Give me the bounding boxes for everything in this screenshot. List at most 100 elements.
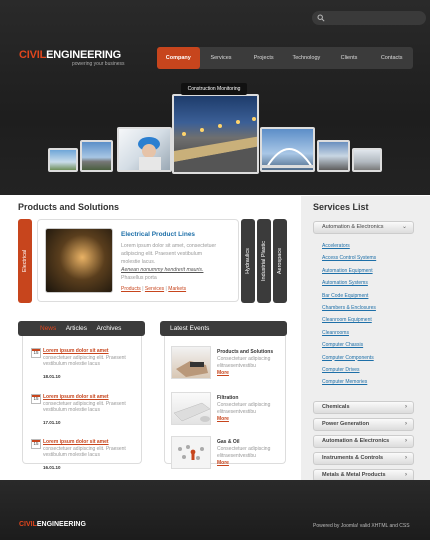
chevron-right-icon: › [405, 421, 407, 427]
service-link[interactable]: Cleanrooms [322, 330, 376, 342]
service-link[interactable]: Computer Memories [322, 379, 376, 391]
services-group-label: Power Generation [322, 421, 370, 427]
nav-clients[interactable]: Clients [328, 47, 371, 69]
keyboard-photo [173, 402, 211, 422]
event-image[interactable] [171, 346, 211, 379]
event-title[interactable]: Products and Solutions [217, 349, 273, 355]
calendar-icon: 15 [31, 348, 41, 358]
news-item-date: 18.01.10 [43, 374, 61, 379]
event-image[interactable] [171, 392, 211, 425]
tab-archives[interactable]: Archives [96, 325, 121, 332]
event-title[interactable]: Gas & Oil [217, 439, 240, 445]
product-text-line-2: adipiscing elit. Praesent vestibulum [121, 251, 203, 257]
services-group-chemicals[interactable]: Chemicals › [313, 401, 414, 414]
site-slogan: powering your business [72, 61, 125, 67]
main-nav: Company Services Projects Technology Cli… [157, 47, 413, 69]
slider-thumb-active[interactable] [172, 94, 259, 174]
event-more-link[interactable]: More [217, 460, 229, 466]
link-services[interactable]: Services [145, 286, 164, 292]
service-link[interactable]: Automation Equipment [322, 268, 376, 280]
services-group-power[interactable]: Power Generation › [313, 418, 414, 431]
news-item-text: consectetuer adipiscing elit. Praesent v… [43, 354, 126, 368]
event-more-link[interactable]: More [217, 416, 229, 422]
service-link[interactable]: Cleanroom Equipment [322, 317, 376, 329]
engineer-photo [138, 137, 161, 170]
tab-electrical[interactable]: Electrical [18, 219, 32, 303]
news-item-title[interactable]: Lorem ipsum dolor sit amet [43, 394, 109, 400]
tab-articles[interactable]: Articles [66, 325, 87, 332]
handshake-photo [176, 361, 208, 377]
event-text: Consectetuer adipiscing elitraesentvesti… [217, 402, 271, 415]
product-text-line-3: molestie lacus. [121, 259, 156, 265]
slider-thumb-6[interactable] [317, 140, 350, 172]
slider-thumb-7[interactable] [352, 148, 382, 172]
nav-services[interactable]: Services [200, 47, 243, 69]
service-link[interactable]: Bar Code Equipment [322, 293, 376, 305]
tab-aerospace-label: Aerospace [277, 247, 283, 275]
services-heading: Services List [313, 202, 369, 212]
footer-logo-part-2: ENGINEERING [36, 521, 86, 528]
services-group-open[interactable]: Automation & Electronics ⌄ [313, 221, 414, 234]
tab-hydraulics-label: Hydraulics [245, 248, 251, 274]
logo-part-2: ENGINEERING [46, 49, 121, 61]
service-link[interactable]: Accelerators [322, 243, 376, 255]
news-item-title[interactable]: Lorem ipsum dolor sit amet [43, 348, 109, 354]
news-item-text: consectetuer adipiscing elit. Praesent v… [43, 400, 126, 414]
footer [0, 480, 430, 540]
footer-logo[interactable]: CIVILENGINEERING [19, 521, 86, 528]
search-input[interactable] [312, 11, 426, 25]
slider-thumb-5[interactable] [260, 127, 315, 172]
slider-thumb-1[interactable] [48, 148, 78, 172]
nav-technology[interactable]: Technology [285, 47, 328, 69]
service-link[interactable]: Access Control Systems [322, 255, 376, 267]
footer-credits: Powered by Joomla! valid XHTML and CSS [313, 523, 410, 529]
services-group-instruments[interactable]: Instruments & Controls › [313, 452, 414, 465]
chevron-down-icon: ⌄ [401, 224, 407, 230]
nav-projects[interactable]: Projects [242, 47, 285, 69]
slider-thumb-3[interactable] [117, 127, 172, 172]
service-link[interactable]: Computer Drives [322, 367, 376, 379]
services-group-automation[interactable]: Automation & Electronics › [313, 435, 414, 448]
service-link[interactable]: Chambers & Enclosures [322, 305, 376, 317]
events-tabbar: Latest Events [160, 321, 287, 336]
news-item-text: consectetuer adipiscing elit. Praesent v… [43, 445, 126, 459]
site-logo[interactable]: CIVILENGINEERING [19, 49, 121, 61]
figures-photo [178, 445, 204, 460]
chevron-right-icon: › [405, 455, 407, 461]
nav-company[interactable]: Company [157, 47, 200, 69]
calendar-icon: 15 [31, 394, 41, 404]
event-text: Consectetuer adipiscing elitraesentvesti… [217, 356, 271, 369]
services-group-label: Instruments & Controls [322, 455, 384, 461]
product-title[interactable]: Electrical Product Lines [121, 231, 195, 238]
news-item-date: 17.01.10 [43, 420, 61, 425]
service-link[interactable]: Automation Systems [322, 280, 376, 292]
services-group-label: Metals & Metal Products [322, 472, 386, 478]
product-text: Lorem ipsum dolor sit amet, consectetuer… [121, 242, 229, 282]
services-group-label: Chemicals [322, 404, 350, 410]
search-icon [317, 14, 325, 22]
products-heading: Products and Solutions [18, 202, 120, 212]
tab-hydraulics[interactable]: Hydraulics [241, 219, 255, 303]
news-item-title[interactable]: Lorem ipsum dolor sit amet [43, 439, 109, 445]
event-more-link[interactable]: More [217, 370, 229, 376]
logo-part-1: CIVIL [19, 49, 47, 61]
footer-logo-part-1: CIVIL [19, 521, 37, 528]
product-links: Products | Services | Markets [121, 286, 187, 292]
slider-thumb-2[interactable] [80, 140, 113, 172]
tab-aerospace[interactable]: Aerospace [273, 219, 287, 303]
chevron-right-icon: › [405, 438, 407, 444]
arch-bridge-photo [262, 148, 313, 168]
nav-contacts[interactable]: Contacts [370, 47, 413, 69]
tab-news[interactable]: News [40, 325, 56, 332]
tab-industrial-plastic[interactable]: Industrial Plastic [257, 219, 271, 303]
news-item-date: 16.01.10 [43, 465, 61, 470]
event-image[interactable] [171, 436, 211, 469]
event-title[interactable]: Filtration [217, 395, 238, 401]
event-text: Consectetuer adipiscing elitraesentvesti… [217, 446, 271, 459]
service-link[interactable]: Computer Chassis [322, 342, 376, 354]
link-markets[interactable]: Markets [168, 286, 186, 292]
news-tabbar: News Articles Archives [18, 321, 145, 336]
events-heading: Latest Events [170, 325, 210, 332]
link-products[interactable]: Products [121, 286, 141, 292]
service-link[interactable]: Computer Components [322, 355, 376, 367]
